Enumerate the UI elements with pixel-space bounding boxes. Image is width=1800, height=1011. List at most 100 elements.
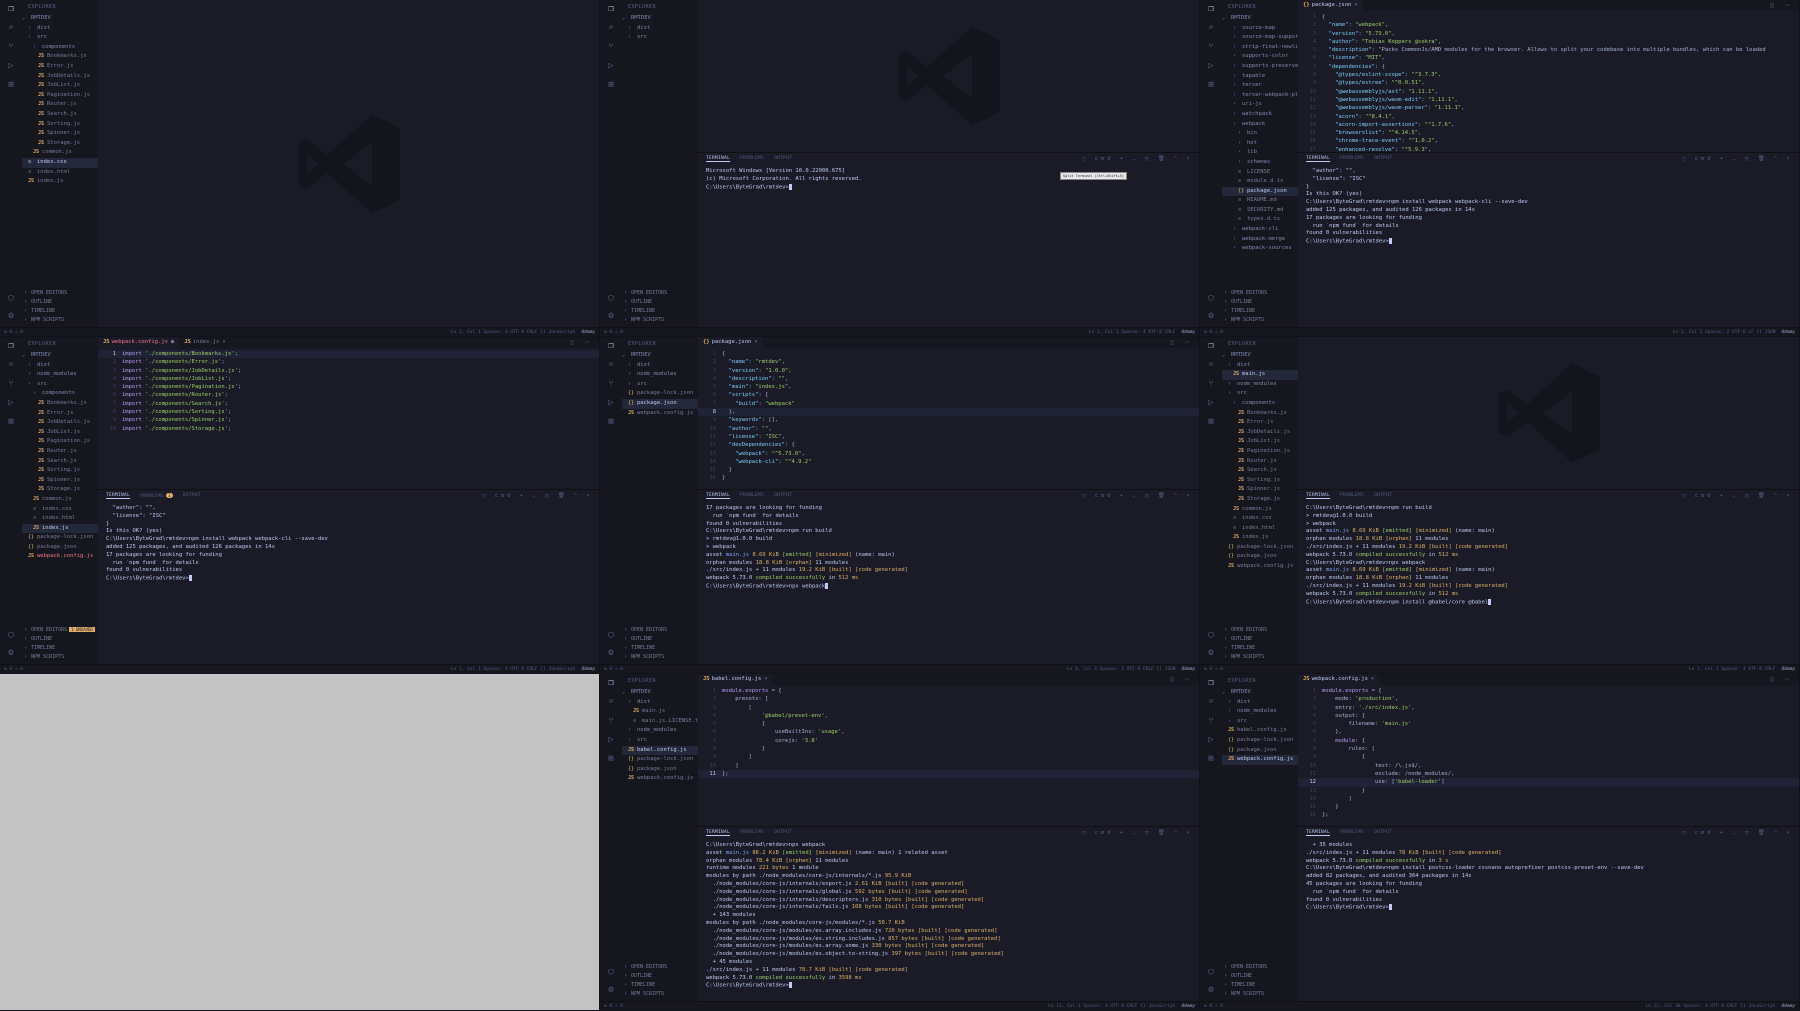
tab-output[interactable]: OUTPUT [1374, 156, 1392, 161]
search-icon[interactable]: ⌕ [606, 23, 616, 33]
explorer-tree-item[interactable]: JS webpack.config.js [622, 409, 698, 419]
editor-actions[interactable]: ◫ ⋯ [1170, 337, 1199, 348]
tab-problems[interactable]: PROBLEMS 1 [140, 492, 173, 499]
explorer-tree-item[interactable]: › src [622, 33, 698, 43]
status-cursor-info[interactable]: Ln 8, Col 3 Spaces: 2 UTF-8 CRLF {} JSON [1067, 667, 1175, 672]
explorer-tree-item[interactable]: {} package.json [622, 765, 698, 775]
extensions-icon[interactable]: ⊞ [606, 417, 616, 427]
settings-gear-icon[interactable]: ⚙ [1206, 985, 1216, 995]
explorer-tree-item[interactable]: › src [22, 33, 98, 43]
shell-selector[interactable]: ▢ cmd + ⌄ ◫ 🗑 ⌃ × [1682, 156, 1793, 162]
explorer-tree-item[interactable]: › node_modules [622, 370, 698, 380]
explorer-tree-item[interactable]: › node_modules [1222, 380, 1298, 390]
status-problems[interactable]: ⊗ 0 ⚠ 0 [1204, 330, 1223, 335]
explorer-tree-item[interactable]: JS Router.js [22, 100, 98, 110]
explorer-tree-item[interactable]: ≡ types.d.ts [1222, 215, 1298, 225]
tab-problems[interactable]: PROBLEMS [1340, 156, 1364, 161]
settings-gear-icon[interactable]: ⚙ [606, 311, 616, 321]
source-control-icon[interactable]: ⑂ [6, 379, 16, 389]
explorer-tree-item[interactable]: JS common.js [22, 495, 98, 505]
explorer-tree-item[interactable]: JS Search.js [1222, 466, 1298, 476]
account-icon[interactable]: ◯ [1206, 967, 1216, 977]
close-icon[interactable]: × [222, 339, 225, 345]
explorer-tree-item[interactable]: JS JobDetails.js [22, 72, 98, 82]
tab-output[interactable]: OUTPUT [774, 156, 792, 161]
account-icon[interactable]: ◯ [1206, 630, 1216, 640]
tab-output[interactable]: OUTPUT [774, 493, 792, 498]
run-debug-icon[interactable]: ▷ [1206, 61, 1216, 71]
explorer-tree-item[interactable]: JS common.js [1222, 505, 1298, 515]
tab-output[interactable]: OUTPUT [774, 830, 792, 835]
explorer-tree-item[interactable]: JS index.js [22, 523, 98, 534]
explorer-tree-item[interactable]: JS JobDetails.js [1222, 428, 1298, 438]
explorer-tree-item[interactable]: › node_modules [1222, 707, 1298, 717]
tab-problems[interactable]: PROBLEMS [1340, 830, 1364, 835]
section-outline[interactable]: › OUTLINE [1222, 972, 1298, 981]
explorer-project-root[interactable]: ⌄ RMTDEV [1222, 688, 1298, 698]
explorer-icon[interactable]: ❐ [6, 4, 16, 14]
terminal-output[interactable]: 17 packages are looking for funding run … [698, 501, 1199, 595]
section-timeline[interactable]: › TIMELINE [1222, 644, 1298, 653]
tab-terminal[interactable]: TERMINAL [706, 830, 731, 836]
explorer-tree-item[interactable]: JS Pagination.js [22, 437, 98, 447]
explorer-tree-item[interactable]: JS JobList.js [22, 428, 98, 438]
tab-problems[interactable]: PROBLEMS [740, 156, 764, 161]
run-debug-icon[interactable]: ▷ [606, 398, 616, 408]
section-outline[interactable]: › OUTLINE [22, 635, 98, 644]
settings-gear-icon[interactable]: ⚙ [6, 311, 16, 321]
explorer-project-root[interactable]: ⌄ RMTDEV [622, 688, 698, 698]
source-control-icon[interactable]: ⑂ [6, 42, 16, 52]
tab-output[interactable]: OUTPUT [183, 493, 201, 498]
status-problems[interactable]: ⊗ 0 ⚠ 0 [4, 667, 23, 672]
explorer-tree-item[interactable]: › terser [1222, 81, 1298, 91]
close-icon[interactable]: × [754, 339, 757, 345]
account-icon[interactable]: ◯ [6, 293, 16, 303]
explorer-tree-item[interactable]: JS Pagination.js [22, 91, 98, 101]
status-problems[interactable]: ⊗ 0 ⚠ 0 [1204, 1004, 1223, 1009]
editor-actions[interactable]: ◫ ⋯ [570, 337, 599, 348]
section-open-editors[interactable]: › OPEN EDITORS [622, 963, 698, 972]
explorer-icon[interactable]: ❐ [6, 341, 16, 351]
explorer-tree-item[interactable]: ≡ README.md [1222, 196, 1298, 206]
terminal-actions[interactable]: ▢ cmd + ⌄ ◫ 🗑 ⌃ × [482, 493, 599, 499]
extensions-icon[interactable]: ⊞ [1206, 754, 1216, 764]
code-view[interactable]: 1 module.exports = {2 mode: 'production',… [1298, 685, 1799, 820]
account-icon[interactable]: ◯ [606, 293, 616, 303]
section-timeline[interactable]: › TIMELINE [22, 644, 98, 653]
explorer-tree-item[interactable]: JS Storage.js [1222, 495, 1298, 505]
explorer-project-root[interactable]: ⌄ RMTDEV [1222, 351, 1298, 361]
search-icon[interactable]: ⌕ [1206, 23, 1216, 33]
terminal-actions[interactable]: ▢ cmd + ⌄ ◫ 🗑 ⌃ × [1682, 156, 1799, 162]
code-view[interactable]: 1 import './components/Bookmarks.js'; 2 imp… [98, 348, 599, 433]
explorer-icon[interactable]: ❐ [1206, 4, 1216, 14]
explorer-tree-item[interactable]: ≡ index.css [22, 157, 98, 168]
explorer-tree-item[interactable]: JS Search.js [22, 457, 98, 467]
tab-terminal[interactable]: TERMINAL [1306, 830, 1331, 836]
section-outline[interactable]: › OUTLINE [1222, 298, 1298, 307]
explorer-tree-item[interactable]: {} package-lock.json [1222, 543, 1298, 553]
explorer-tree-item[interactable]: JS Error.js [1222, 418, 1298, 428]
explorer-tree-item[interactable]: › src [622, 736, 698, 746]
section-npm-scripts[interactable]: › NPM SCRIPTS [622, 653, 698, 662]
section-timeline[interactable]: › TIMELINE [622, 981, 698, 990]
account-icon[interactable]: ◯ [606, 967, 616, 977]
explorer-icon[interactable]: ❐ [606, 678, 616, 688]
explorer-icon[interactable]: ❐ [1206, 678, 1216, 688]
terminal-output[interactable]: C:\Users\ByteGrad\rmtdev>npx webpack asse… [698, 838, 1199, 995]
explorer-tree-item[interactable]: › supports-color [1222, 52, 1298, 62]
close-icon[interactable]: ● [171, 339, 174, 345]
search-icon[interactable]: ⌕ [6, 360, 16, 370]
explorer-tree-item[interactable]: › src [22, 380, 98, 390]
terminal-actions[interactable]: ▢ cmd + ⌄ ◫ 🗑 ⌃ × [1082, 830, 1199, 836]
section-outline[interactable]: › OUTLINE [622, 972, 698, 981]
status-cursor-info[interactable]: Ln 1, Col 1 Spaces: 4 UTF-8 CRLF {} Java… [451, 330, 576, 335]
settings-gear-icon[interactable]: ⚙ [6, 648, 16, 658]
close-icon[interactable]: × [1354, 2, 1357, 8]
settings-gear-icon[interactable]: ⚙ [606, 985, 616, 995]
editor-tab[interactable]: JS babel.config.js × [698, 674, 773, 685]
explorer-tree-item[interactable]: JS Pagination.js [1222, 447, 1298, 457]
explorer-tree-item[interactable]: › watchpack [1222, 110, 1298, 120]
explorer-tree-item[interactable]: › node_modules [622, 726, 698, 736]
search-icon[interactable]: ⌕ [6, 23, 16, 33]
explorer-tree-item[interactable]: › tapable [1222, 72, 1298, 82]
